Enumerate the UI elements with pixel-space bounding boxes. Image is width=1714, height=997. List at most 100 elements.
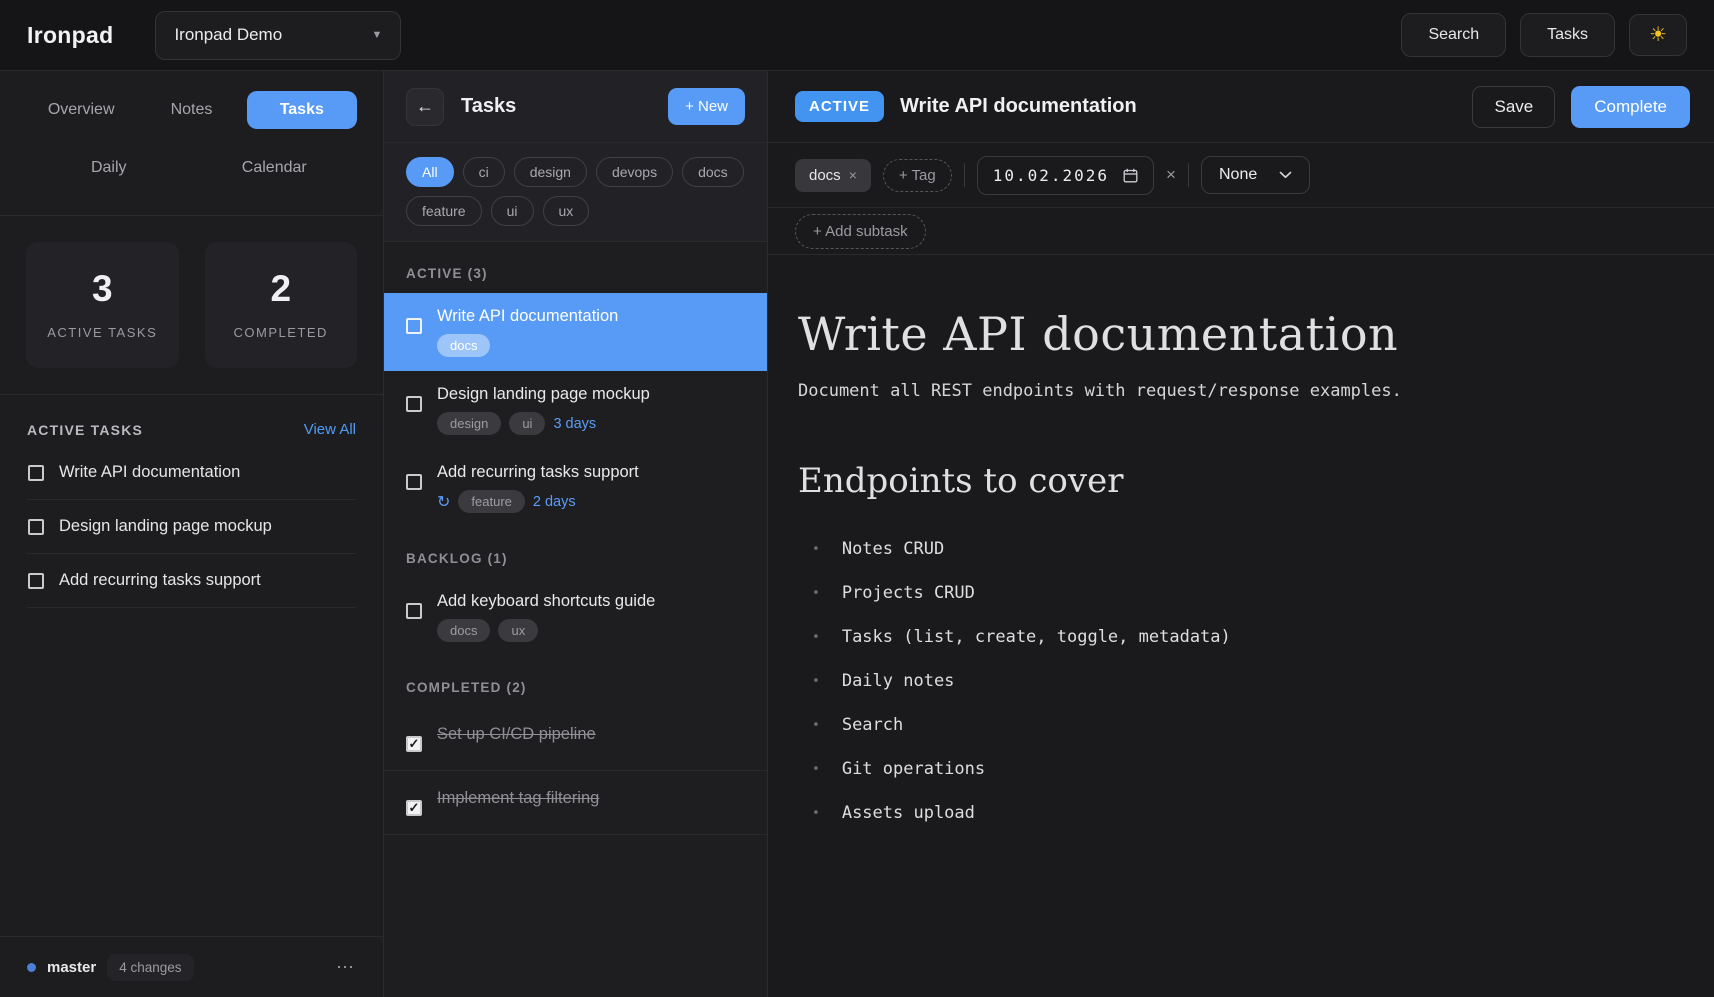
theme-toggle-button[interactable]: ☀ bbox=[1629, 14, 1687, 56]
checkbox[interactable] bbox=[406, 396, 422, 412]
add-tag-button[interactable]: + Tag bbox=[883, 159, 952, 192]
stat-card-completed: 2 COMPLETED bbox=[205, 242, 358, 368]
task-row[interactable]: ✓ Implement tag filtering bbox=[384, 771, 767, 835]
back-arrow-icon: ← bbox=[416, 96, 434, 117]
bullet-item: •Search bbox=[798, 703, 1684, 747]
clear-date-button[interactable]: × bbox=[1166, 165, 1176, 185]
task-row[interactable]: Add recurring tasks support ↻ feature 2 … bbox=[384, 449, 767, 527]
checkbox-checked[interactable]: ✓ bbox=[406, 736, 422, 752]
recurring-icon: ↻ bbox=[437, 492, 450, 512]
new-task-button[interactable]: + New bbox=[668, 88, 745, 125]
tag-pill-design: design bbox=[437, 412, 501, 435]
search-button[interactable]: Search bbox=[1401, 13, 1506, 57]
task-list-scroll[interactable]: ACTIVE (3) Write API documentation docs … bbox=[384, 242, 767, 997]
save-button[interactable]: Save bbox=[1472, 86, 1555, 128]
stats-cards: 3 ACTIVE TASKS 2 COMPLETED bbox=[0, 216, 383, 395]
stat-value-completed: 2 bbox=[215, 268, 348, 310]
detail-meta-row: docs × + Tag 10.02.2026 × None bbox=[768, 143, 1714, 208]
task-row[interactable]: Write API documentation docs bbox=[384, 293, 767, 371]
filter-chip-docs[interactable]: docs bbox=[682, 157, 744, 187]
checkbox[interactable] bbox=[406, 474, 422, 490]
calendar-icon bbox=[1123, 168, 1138, 183]
due-label: 3 days bbox=[553, 416, 596, 432]
document-title: Write API documentation bbox=[798, 307, 1684, 361]
tab-daily[interactable]: Daily bbox=[26, 149, 192, 187]
bullet-item: •Git operations bbox=[798, 747, 1684, 791]
tasks-button[interactable]: Tasks bbox=[1520, 13, 1615, 57]
task-title: Implement tag filtering bbox=[437, 789, 599, 816]
filter-chip-ui[interactable]: ui bbox=[491, 196, 534, 226]
separator bbox=[964, 163, 965, 187]
due-date-input[interactable]: 10.02.2026 bbox=[977, 156, 1154, 195]
task-title: Set up CI/CD pipeline bbox=[437, 725, 596, 752]
task-row[interactable]: Add keyboard shortcuts guide docs ux bbox=[384, 578, 767, 656]
stat-label-completed: COMPLETED bbox=[215, 325, 348, 340]
task-row[interactable]: ✓ Set up CI/CD pipeline bbox=[384, 707, 767, 771]
bullet-icon: • bbox=[812, 718, 820, 733]
filter-chip-ci[interactable]: ci bbox=[463, 157, 505, 187]
checkbox[interactable] bbox=[28, 465, 44, 481]
bullet-item: •Assets upload bbox=[798, 791, 1684, 835]
tab-overview[interactable]: Overview bbox=[26, 91, 136, 129]
checkbox[interactable] bbox=[406, 318, 422, 334]
detail-header: ACTIVE Write API documentation Save Comp… bbox=[768, 71, 1714, 143]
tab-tasks[interactable]: Tasks bbox=[247, 91, 357, 129]
view-all-link[interactable]: View All bbox=[304, 421, 356, 438]
list-item[interactable]: Add recurring tasks support bbox=[27, 554, 356, 608]
list-item[interactable]: Write API documentation bbox=[27, 446, 356, 500]
bullet-icon: • bbox=[812, 630, 820, 645]
branch-name: master bbox=[47, 959, 96, 976]
sidebar: Overview Notes Tasks Daily Calendar 3 AC… bbox=[0, 71, 384, 997]
checkbox[interactable] bbox=[28, 519, 44, 535]
main-layout: Overview Notes Tasks Daily Calendar 3 AC… bbox=[0, 71, 1714, 997]
back-button[interactable]: ← bbox=[406, 88, 444, 126]
checkbox[interactable] bbox=[28, 573, 44, 589]
tab-calendar[interactable]: Calendar bbox=[192, 149, 358, 187]
document-bullet-list: •Notes CRUD •Projects CRUD •Tasks (list,… bbox=[798, 527, 1684, 835]
due-label: 2 days bbox=[533, 494, 576, 510]
filter-chip-ux[interactable]: ux bbox=[543, 196, 590, 226]
remove-tag-icon[interactable]: × bbox=[849, 167, 857, 183]
app-logo: Ironpad bbox=[27, 22, 113, 49]
tag-pill-ui: ui bbox=[509, 412, 545, 435]
priority-select[interactable]: None bbox=[1201, 156, 1310, 194]
sidebar-tabs: Overview Notes Tasks Daily Calendar bbox=[0, 71, 383, 216]
sidebar-footer: master 4 changes ⋯ bbox=[0, 936, 383, 997]
tag-chip-docs[interactable]: docs × bbox=[795, 159, 871, 192]
tag-pill-docs: docs bbox=[437, 334, 490, 357]
task-title: Design landing page mockup bbox=[437, 385, 650, 404]
bullet-item: •Tasks (list, create, toggle, metadata) bbox=[798, 615, 1684, 659]
task-title: Add keyboard shortcuts guide bbox=[437, 592, 655, 611]
close-icon: × bbox=[1166, 165, 1176, 184]
branch-dot-icon bbox=[27, 963, 36, 972]
top-bar: Ironpad Ironpad Demo ▼ Search Tasks ☀ bbox=[0, 0, 1714, 71]
section-heading-completed: COMPLETED (2) bbox=[384, 656, 767, 707]
task-title: Add recurring tasks support bbox=[437, 463, 639, 482]
tag-pill-feature: feature bbox=[458, 490, 524, 513]
bullet-icon: • bbox=[812, 674, 820, 689]
filter-chip-feature[interactable]: feature bbox=[406, 196, 482, 226]
list-item[interactable]: Design landing page mockup bbox=[27, 500, 356, 554]
checkbox[interactable] bbox=[406, 603, 422, 619]
add-subtask-button[interactable]: + Add subtask bbox=[795, 214, 926, 249]
sidebar-active-tasks: ACTIVE TASKS View All Write API document… bbox=[0, 395, 383, 936]
filter-chip-devops[interactable]: devops bbox=[596, 157, 673, 187]
complete-button[interactable]: Complete bbox=[1571, 86, 1690, 128]
filter-chip-design[interactable]: design bbox=[514, 157, 587, 187]
chevron-down-icon bbox=[1279, 171, 1292, 179]
filter-chip-all[interactable]: All bbox=[406, 157, 454, 187]
checkbox-checked[interactable]: ✓ bbox=[406, 800, 422, 816]
changes-badge[interactable]: 4 changes bbox=[107, 954, 193, 981]
tab-notes[interactable]: Notes bbox=[136, 91, 246, 129]
more-menu-icon[interactable]: ⋯ bbox=[336, 957, 356, 978]
tag-chip-label: docs bbox=[809, 167, 841, 184]
task-list-header: ← Tasks + New bbox=[384, 71, 767, 143]
bullet-item: •Notes CRUD bbox=[798, 527, 1684, 571]
task-title: Write API documentation bbox=[437, 307, 618, 326]
task-row[interactable]: Design landing page mockup design ui 3 d… bbox=[384, 371, 767, 449]
bullet-item: •Daily notes bbox=[798, 659, 1684, 703]
section-heading-backlog: BACKLOG (1) bbox=[384, 527, 767, 578]
bullet-icon: • bbox=[812, 762, 820, 777]
document-body[interactable]: Write API documentation Document all RES… bbox=[768, 255, 1714, 997]
project-selector[interactable]: Ironpad Demo ▼ bbox=[155, 11, 401, 60]
